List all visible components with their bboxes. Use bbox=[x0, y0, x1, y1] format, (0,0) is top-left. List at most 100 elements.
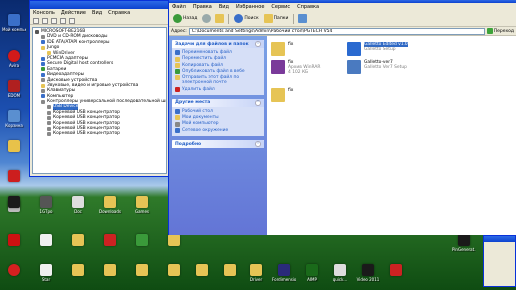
file-item[interactable]: fix bbox=[271, 42, 293, 56]
desktop-icon[interactable] bbox=[66, 264, 90, 277]
winrar-archive-icon bbox=[271, 60, 285, 74]
other-places-header[interactable]: Другие места ˄ bbox=[172, 98, 264, 107]
desktop-icon-video[interactable]: Video 2011 bbox=[356, 264, 380, 282]
desktop-icon-1gtpo[interactable]: 1GTpo bbox=[34, 196, 58, 214]
menu-help[interactable]: Справка bbox=[297, 4, 319, 10]
desktop-icon[interactable] bbox=[2, 196, 26, 209]
desktop-icon-avira[interactable]: Avira bbox=[2, 50, 26, 68]
desktop-icon-aimp[interactable]: AIMP bbox=[300, 264, 324, 282]
forward-icon[interactable] bbox=[42, 18, 48, 24]
desktop-icon-pingenerator[interactable]: PinGenerat... bbox=[452, 234, 476, 252]
window-titlebar[interactable] bbox=[30, 1, 169, 9]
folder-icon bbox=[271, 42, 285, 56]
device-icon bbox=[41, 40, 45, 45]
task-link[interactable]: Мой компьютер bbox=[175, 121, 261, 127]
collapse-icon[interactable]: ˄ bbox=[255, 41, 261, 47]
file-tasks-header[interactable]: Задачи для файлов и папок ˄ bbox=[172, 40, 264, 48]
desktop-icon[interactable] bbox=[190, 264, 214, 277]
desktop-icon[interactable] bbox=[130, 264, 154, 277]
forward-button[interactable] bbox=[201, 14, 212, 24]
task-link[interactable]: Опубликовать файл в вебе bbox=[175, 69, 261, 75]
address-input[interactable]: C:\Documents and Settings\Admin\Рабочий … bbox=[188, 27, 485, 35]
desktop-icon[interactable] bbox=[218, 264, 242, 277]
back-button[interactable]: Назад bbox=[172, 14, 198, 24]
menu-view[interactable]: Вид bbox=[219, 4, 229, 10]
desktop-icon[interactable] bbox=[162, 234, 186, 247]
desktop-icon-folder[interactable] bbox=[2, 140, 26, 153]
folder-icon bbox=[250, 264, 262, 276]
task-link[interactable]: Сетевое окружение bbox=[175, 128, 261, 134]
expand-icon[interactable]: ˅ bbox=[255, 141, 261, 148]
search-button[interactable]: Поиск bbox=[233, 14, 259, 24]
device-icon bbox=[41, 88, 45, 93]
forward-arrow-icon bbox=[202, 14, 212, 23]
desktop-icon-games[interactable]: Games bbox=[130, 196, 154, 214]
desktop-icon[interactable] bbox=[34, 234, 58, 247]
device-manager-window[interactable]: Консоль Действие Вид Справка MICROSOFT-B… bbox=[29, 0, 170, 177]
details-header[interactable]: Подробно ˅ bbox=[172, 140, 264, 149]
computer-icon bbox=[8, 14, 20, 26]
avira-icon bbox=[8, 50, 20, 62]
folders-button[interactable]: Папки bbox=[263, 14, 290, 24]
task-icon bbox=[175, 121, 180, 127]
menu-edit[interactable]: Правка bbox=[193, 4, 212, 10]
desktop-icon-pdf[interactable] bbox=[2, 170, 26, 183]
views-icon[interactable] bbox=[298, 14, 308, 23]
task-link[interactable]: Переименовать файл bbox=[175, 50, 261, 56]
task-link-label: Мои документы bbox=[182, 115, 219, 121]
menu-tools[interactable]: Сервис bbox=[271, 4, 290, 10]
other-places-box: Другие места ˄ Рабочий стол Мои документы… bbox=[172, 98, 264, 137]
desktop-icon[interactable] bbox=[2, 264, 26, 277]
menu-file[interactable]: Файл bbox=[172, 4, 186, 10]
menu-view[interactable]: Вид bbox=[92, 10, 102, 16]
task-icon bbox=[175, 50, 180, 56]
app-icon bbox=[40, 196, 52, 208]
background-window[interactable] bbox=[483, 235, 516, 287]
desktop-icon[interactable] bbox=[2, 234, 26, 247]
desktop-icon[interactable] bbox=[98, 264, 122, 277]
task-link[interactable]: Копировать файл bbox=[175, 63, 261, 68]
desktop-icon-recycle-bin[interactable]: Корзина bbox=[2, 110, 26, 128]
file-item[interactable]: fix Архив WinRAR 4 102 КБ bbox=[271, 60, 320, 75]
desktop-icon-quick[interactable]: quick... bbox=[328, 264, 352, 282]
desktop-icon-star[interactable]: Star bbox=[34, 264, 58, 282]
task-link[interactable]: Отправить этот файл по электронной почте bbox=[175, 75, 261, 85]
device-icon bbox=[35, 29, 39, 34]
file-item[interactable]: Galletto-ver7 Galletto Ver7 Setup bbox=[347, 60, 407, 74]
refresh-icon[interactable] bbox=[69, 18, 75, 24]
installer-icon bbox=[347, 42, 361, 56]
desktop-icon-driver[interactable]: Driver bbox=[244, 264, 268, 282]
menu-help[interactable]: Справка bbox=[108, 10, 130, 16]
device-tree[interactable]: MICROSOFT-BE216B DVD и CD-ROM дисководы ID… bbox=[32, 27, 167, 174]
explorer-window[interactable]: Файл Правка Вид Избранное Сервис Справка… bbox=[168, 0, 516, 235]
tree-node[interactable]: Корневой USB концентратор bbox=[35, 131, 166, 136]
up-folder-icon[interactable] bbox=[215, 14, 225, 23]
file-item-selected[interactable]: Galletto Edited v1.0 Galletto Setup bbox=[347, 42, 408, 56]
menu-action[interactable]: Действие bbox=[61, 10, 86, 16]
desktop-icon-edom[interactable]: EDOM bbox=[2, 80, 26, 98]
menu-favorites[interactable]: Избранное bbox=[236, 4, 264, 10]
back-icon[interactable] bbox=[33, 18, 39, 24]
menu-console[interactable]: Консоль bbox=[33, 10, 55, 16]
help-icon[interactable] bbox=[60, 18, 66, 24]
desktop-icon[interactable] bbox=[98, 234, 122, 247]
task-link[interactable]: Мои документы bbox=[175, 115, 261, 121]
file-item[interactable]: fix bbox=[271, 88, 293, 102]
task-link[interactable]: Переместить файл bbox=[175, 56, 261, 62]
task-link[interactable]: Удалить файл bbox=[175, 87, 261, 92]
desktop-icon-downloads[interactable]: Downloads bbox=[98, 196, 122, 214]
desktop-icon-doc[interactable]: Doc bbox=[66, 196, 90, 214]
desktop-icon[interactable] bbox=[130, 234, 154, 247]
properties-icon[interactable] bbox=[51, 18, 57, 24]
desktop-icon-my-computer[interactable]: Мой компьютер bbox=[2, 14, 26, 32]
desktop-icon[interactable] bbox=[384, 264, 408, 277]
task-link[interactable]: Рабочий стол bbox=[175, 109, 261, 115]
go-button[interactable]: Переход bbox=[486, 28, 514, 34]
window-titlebar[interactable] bbox=[484, 236, 515, 242]
desktop-icon-fordimension[interactable]: Fordimension bbox=[272, 264, 296, 282]
collapse-icon[interactable]: ˄ bbox=[255, 99, 261, 106]
task-link-label: Переименовать файл bbox=[182, 50, 232, 55]
desktop-icon[interactable] bbox=[162, 264, 186, 277]
desktop-icon[interactable] bbox=[66, 234, 90, 247]
separator bbox=[228, 13, 230, 24]
